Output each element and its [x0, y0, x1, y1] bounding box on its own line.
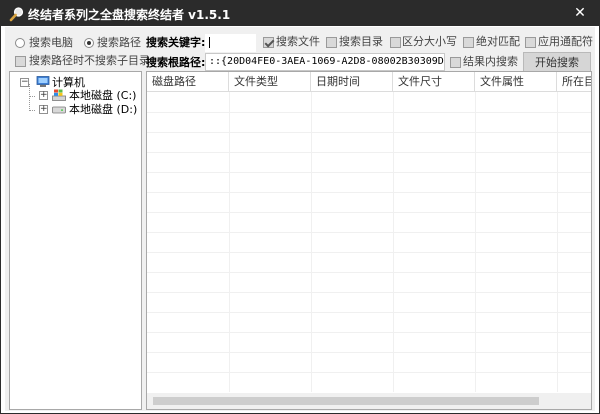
root-path-label: 搜索根路径: [146, 56, 206, 69]
tree-drive-c-expander[interactable]: + [39, 91, 48, 100]
case-sensitive-label[interactable]: 区分大小写 [402, 35, 457, 49]
tree-drive-c-label[interactable]: 本地磁盘 (C:) [69, 89, 136, 102]
search-path-label[interactable]: 搜索路径 [97, 36, 141, 50]
horizontal-scrollbar[interactable] [147, 393, 591, 409]
grid-line [229, 92, 230, 392]
grid-line [147, 352, 591, 353]
tree-drive-d-expander[interactable]: + [39, 105, 48, 114]
main-panel: 搜索电脑 搜索路径 搜索路径时不搜索子目录 搜索关键字: 搜索文件 搜索目录 区… [5, 27, 595, 411]
grid-line [393, 92, 394, 392]
tree-root-expander[interactable]: − [20, 78, 29, 87]
root-path-input[interactable]: ::{20D04FE0-3AEA-1069-A2D8-08002B30309D} [205, 53, 445, 71]
drive-icon [52, 106, 66, 114]
close-button[interactable]: ✕ [569, 3, 591, 23]
wildcard-label[interactable]: 应用通配符 [538, 35, 593, 49]
grid-line [147, 132, 591, 133]
column-header-datetime[interactable]: 日期时间 [311, 72, 393, 92]
results-list[interactable]: 磁盘路径 文件类型 日期时间 文件尺寸 文件属性 所在目录 [146, 71, 592, 410]
grid-line [147, 172, 591, 173]
grid-line [147, 372, 591, 373]
scrollbar-thumb[interactable] [153, 397, 539, 405]
search-files-checkbox[interactable] [263, 37, 274, 48]
search-computer-radio[interactable] [15, 38, 25, 48]
column-header-directory[interactable]: 所在目录 [557, 72, 591, 92]
search-dirs-label[interactable]: 搜索目录 [339, 35, 383, 49]
column-header-file-size[interactable]: 文件尺寸 [393, 72, 475, 92]
search-dirs-checkbox[interactable] [326, 37, 337, 48]
grid-line [147, 252, 591, 253]
tree-connector [29, 96, 35, 97]
keyword-input[interactable] [205, 34, 256, 52]
column-header-file-type[interactable]: 文件类型 [229, 72, 311, 92]
computer-icon [36, 76, 50, 87]
exact-match-label[interactable]: 绝对匹配 [476, 35, 520, 49]
wildcard-checkbox[interactable] [525, 37, 536, 48]
grid-line [557, 92, 558, 392]
search-path-radio[interactable] [84, 38, 94, 48]
no-subdir-label[interactable]: 搜索路径时不搜索子目录 [29, 54, 150, 68]
column-header-disk-path[interactable]: 磁盘路径 [147, 72, 229, 92]
start-search-button[interactable]: 开始搜索 [523, 52, 591, 73]
grid-line [147, 232, 591, 233]
drive-tree[interactable]: − 计算机 + 本地磁盘 (C:) + 本地磁盘 (D:) [9, 71, 142, 410]
window-title: 终结者系列之全盘搜索终结者 v1.5.1 [28, 8, 231, 22]
search-in-results-checkbox[interactable] [450, 57, 461, 68]
grid-line [147, 212, 591, 213]
grid-line [147, 192, 591, 193]
grid-line [147, 112, 591, 113]
exact-match-checkbox[interactable] [463, 37, 474, 48]
case-sensitive-checkbox[interactable] [390, 37, 401, 48]
root-path-value: ::{20D04FE0-3AEA-1069-A2D8-08002B30309D} [209, 56, 445, 67]
grid-line [147, 332, 591, 333]
windows-drive-icon [52, 89, 66, 101]
tree-connector [29, 110, 35, 111]
tree-drive-d-label[interactable]: 本地磁盘 (D:) [69, 103, 137, 116]
magnifier-icon [9, 7, 24, 22]
results-header: 磁盘路径 文件类型 日期时间 文件尺寸 文件属性 所在目录 [147, 72, 591, 92]
tree-root-label[interactable]: 计算机 [52, 76, 85, 89]
app-window: 终结者系列之全盘搜索终结者 v1.5.1 ✕ 搜索电脑 搜索路径 搜索路径时不搜… [0, 0, 600, 414]
grid-line [311, 92, 312, 392]
keyword-label: 搜索关键字: [146, 36, 206, 49]
column-header-file-attr[interactable]: 文件属性 [475, 72, 557, 92]
grid-line [147, 272, 591, 273]
search-computer-label[interactable]: 搜索电脑 [29, 36, 73, 50]
grid-line [147, 152, 591, 153]
no-subdir-checkbox[interactable] [15, 56, 26, 67]
grid-line [475, 92, 476, 392]
grid-line [147, 292, 591, 293]
search-files-label[interactable]: 搜索文件 [276, 35, 320, 49]
title-bar[interactable]: 终结者系列之全盘搜索终结者 v1.5.1 ✕ [1, 1, 599, 26]
tree-connector [29, 84, 30, 111]
search-in-results-label[interactable]: 结果内搜索 [463, 55, 518, 69]
grid-line [147, 312, 591, 313]
text-caret [209, 36, 210, 48]
